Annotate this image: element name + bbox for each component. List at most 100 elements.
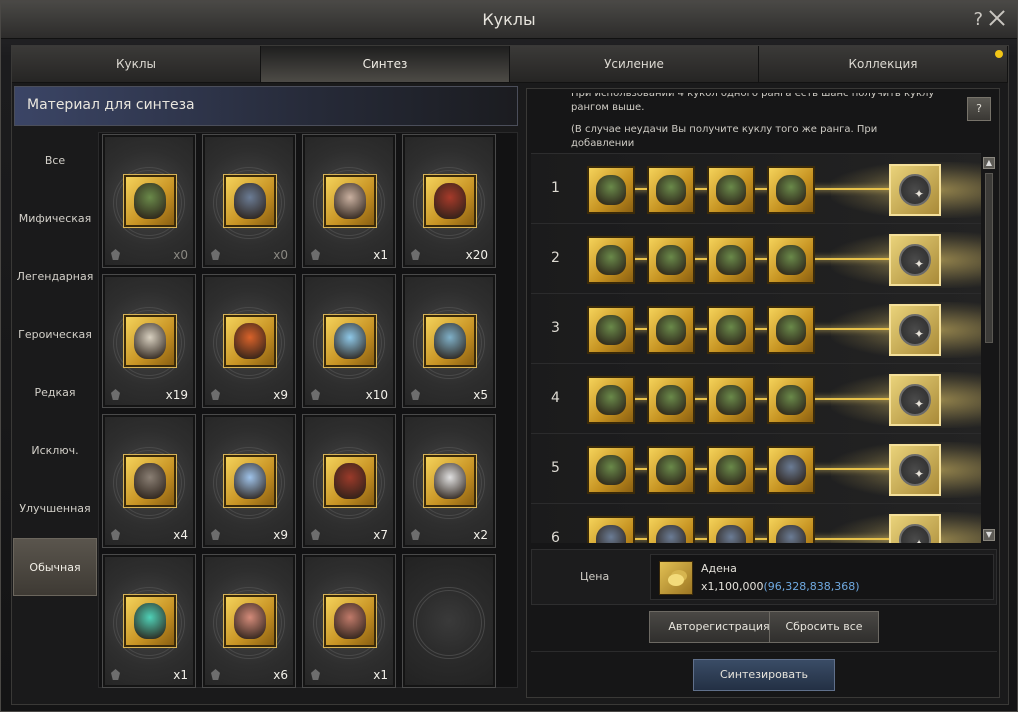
material-slot[interactable] <box>587 376 635 424</box>
result-slot[interactable]: ✦ <box>889 234 941 286</box>
reset-all-button[interactable]: Сбросить все <box>769 611 879 643</box>
material-slot[interactable] <box>767 376 815 424</box>
doll-card[interactable]: x10 <box>302 274 396 408</box>
category-item[interactable]: Героическая <box>13 306 97 364</box>
scroll-down-icon[interactable]: ▼ <box>983 529 995 541</box>
doll-card[interactable]: x2 <box>402 414 496 548</box>
category-item[interactable]: Обычная <box>13 538 97 596</box>
tab-enhance[interactable]: Усиление <box>510 46 759 83</box>
doll-card[interactable]: x7 <box>302 414 396 548</box>
synthesize-button[interactable]: Синтезировать <box>693 659 835 691</box>
material-slot[interactable] <box>587 236 635 284</box>
frog-icon <box>776 315 806 345</box>
ice-spirit-icon <box>334 323 366 359</box>
info-icon[interactable]: ? <box>967 97 991 121</box>
category-item[interactable]: Все <box>13 132 97 190</box>
result-slot[interactable]: ✦ <box>889 304 941 356</box>
doll-portrait <box>124 595 176 647</box>
category-item[interactable]: Редкая <box>13 364 97 422</box>
close-icon[interactable] <box>987 8 1007 28</box>
star-sparkle-icon: ✦ <box>914 397 925 411</box>
result-frame: ✦ <box>899 524 931 543</box>
result-frame: ✦ <box>899 244 931 276</box>
result-slot[interactable]: ✦ <box>889 514 941 543</box>
doll-portrait <box>124 455 176 507</box>
result-slot[interactable]: ✦ <box>889 444 941 496</box>
material-slot[interactable] <box>647 446 695 494</box>
category-item[interactable]: Исключ. <box>13 422 97 480</box>
frog-icon <box>656 385 686 415</box>
doll-count: x9 <box>273 388 288 402</box>
gem-icon <box>111 389 120 400</box>
category-item[interactable]: Улучшенная <box>13 480 97 538</box>
material-slot[interactable] <box>647 166 695 214</box>
material-slot[interactable] <box>707 516 755 543</box>
window-title: Куклы <box>482 10 536 29</box>
material-slot[interactable] <box>707 376 755 424</box>
help-icon[interactable]: ? <box>973 9 983 30</box>
blue-hood-icon <box>596 525 626 543</box>
material-slot[interactable] <box>647 306 695 354</box>
frog-icon <box>656 315 686 345</box>
doll-portrait <box>424 315 476 367</box>
material-slot[interactable] <box>707 306 755 354</box>
tab-dolls[interactable]: Куклы <box>12 46 261 83</box>
frog-icon <box>716 175 746 205</box>
white-hair-icon <box>334 183 366 219</box>
material-slot[interactable] <box>767 446 815 494</box>
scroll-up-icon[interactable]: ▲ <box>983 157 995 169</box>
doll-card[interactable]: x9 <box>202 274 296 408</box>
material-slot[interactable] <box>767 516 815 543</box>
doll-card[interactable]: x4 <box>102 414 196 548</box>
doll-card[interactable]: x1 <box>302 134 396 268</box>
doll-card[interactable]: x1 <box>302 554 396 688</box>
material-slot[interactable] <box>767 166 815 214</box>
red-armor-icon <box>434 183 466 219</box>
material-slot[interactable] <box>587 306 635 354</box>
tab-synthesis[interactable]: Синтез <box>261 46 510 83</box>
material-slot[interactable] <box>647 516 695 543</box>
price-box: Цена Адена x1,100,000(96,328,838,368) <box>531 549 997 605</box>
synthesis-panel: При использовании 4 кукол одного ранга е… <box>526 88 1000 698</box>
gem-icon <box>311 529 320 540</box>
tab-collection[interactable]: Коллекция <box>759 46 1008 83</box>
category-item[interactable]: Легендарная <box>13 248 97 306</box>
material-slot[interactable] <box>587 516 635 543</box>
doll-portrait <box>224 315 276 367</box>
material-slot[interactable] <box>707 236 755 284</box>
doll-card[interactable]: x0 <box>202 134 296 268</box>
orb-icon <box>134 603 166 639</box>
doll-card[interactable]: x6 <box>202 554 296 688</box>
doll-card[interactable]: x19 <box>102 274 196 408</box>
row-number: 2 <box>551 250 560 266</box>
doll-card[interactable]: x5 <box>402 274 496 408</box>
material-slot[interactable] <box>767 236 815 284</box>
material-slot[interactable] <box>707 166 755 214</box>
rows-scrollbar[interactable]: ▲ ▼ <box>983 157 995 541</box>
doll-grid: x0 x0 x1 x20 x19 x9 x10 x5 x4 x9 x7 x2 x1 x6 x1 <box>98 132 518 688</box>
doll-count: x0 <box>273 248 288 262</box>
star-sparkle-icon: ✦ <box>914 327 925 341</box>
title-bar: Куклы ? <box>1 1 1017 39</box>
category-item[interactable]: Мифическая <box>13 190 97 248</box>
doll-card[interactable]: x0 <box>102 134 196 268</box>
result-slot[interactable]: ✦ <box>889 164 941 216</box>
material-slot[interactable] <box>647 376 695 424</box>
notification-dot-icon <box>995 50 1003 58</box>
material-slot[interactable] <box>587 446 635 494</box>
doll-card[interactable]: x9 <box>202 414 296 548</box>
result-slot[interactable]: ✦ <box>889 374 941 426</box>
material-slot[interactable] <box>587 166 635 214</box>
gem-icon <box>111 249 120 260</box>
material-slot[interactable] <box>647 236 695 284</box>
row-number: 4 <box>551 390 560 406</box>
doll-card[interactable]: x1 <box>102 554 196 688</box>
currency-name: Адена <box>701 562 737 575</box>
frog-icon <box>596 315 626 345</box>
doll-card[interactable]: x20 <box>402 134 496 268</box>
empty-card <box>402 554 496 688</box>
material-slot[interactable] <box>767 306 815 354</box>
material-slot[interactable] <box>707 446 755 494</box>
auto-register-button[interactable]: Авторегистрация <box>649 611 789 643</box>
scroll-thumb[interactable] <box>985 173 993 343</box>
